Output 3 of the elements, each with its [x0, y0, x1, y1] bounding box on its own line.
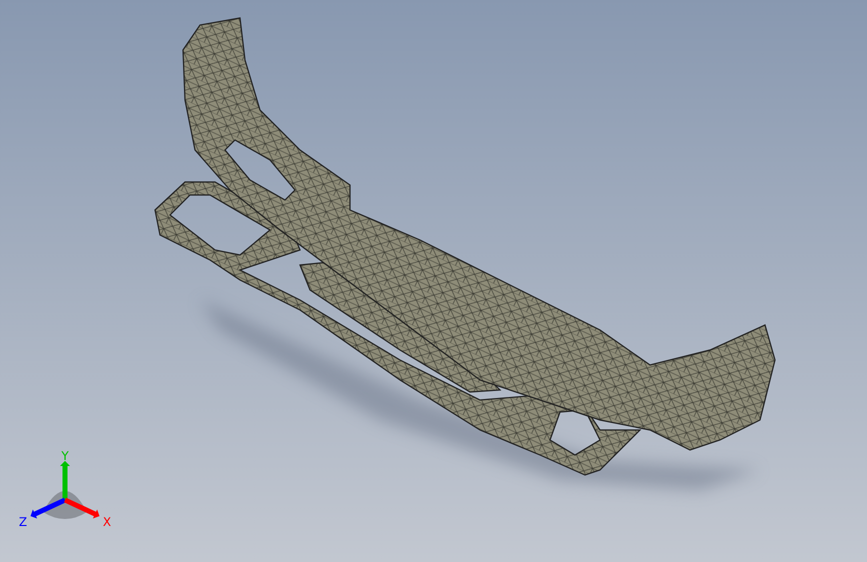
axis-label: Z: [18, 515, 28, 529]
axis-label: Y: [61, 449, 69, 463]
axis-label: X: [102, 515, 112, 529]
